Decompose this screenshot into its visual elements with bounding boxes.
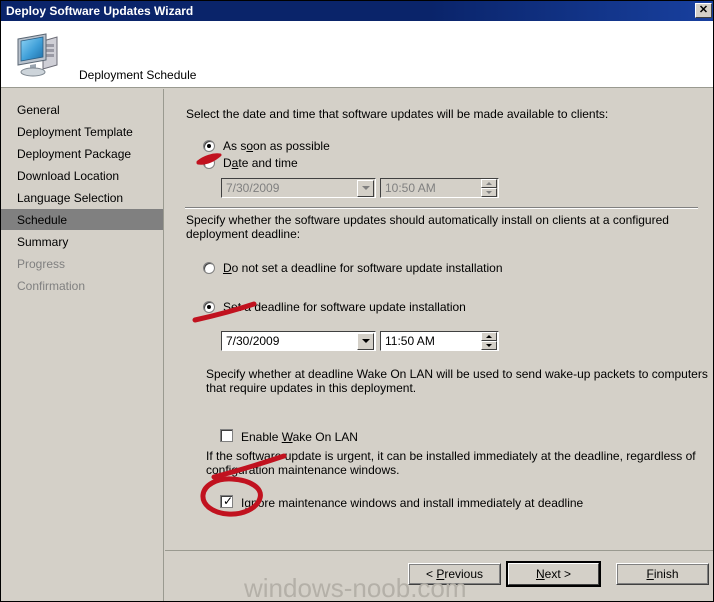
- label-post: ake On LAN: [292, 430, 358, 444]
- close-icon[interactable]: ✕: [695, 3, 712, 18]
- label-pre: D: [223, 156, 232, 170]
- accel-char: W: [281, 430, 293, 444]
- spinner-icon[interactable]: [481, 332, 497, 350]
- wol-text-line2: that require updates in this deployment.: [206, 381, 417, 395]
- previous-button[interactable]: < Previous: [408, 563, 501, 585]
- chevron-down-icon: [357, 179, 374, 197]
- previous-button-label: < Previous: [425, 567, 484, 581]
- urgent-text-line2: configuration maintenance windows.: [206, 463, 400, 477]
- availability-time-spinner: 10:50 AM: [379, 177, 500, 199]
- sidebar-item-label: Schedule: [17, 212, 68, 227]
- checkbox-enable-wake-on-lan-label: Enable Wake On LAN: [241, 430, 358, 444]
- sidebar-item-language-selection[interactable]: Language Selection: [1, 187, 163, 208]
- radio-dot: [207, 305, 211, 309]
- sidebar-item-label: Deployment Template: [17, 124, 133, 139]
- label-post: on as possible: [253, 139, 330, 153]
- check-icon: ✓: [223, 494, 234, 508]
- chevron-down-icon[interactable]: [357, 332, 374, 350]
- sidebar-item-deployment-template[interactable]: Deployment Template: [1, 121, 163, 142]
- checkbox-enable-wake-on-lan[interactable]: [220, 429, 233, 442]
- availability-date-combo: 7/30/2009: [220, 177, 377, 199]
- wol-text-line1: Specify whether at deadline Wake On LAN …: [206, 367, 708, 381]
- computer-icon: [17, 33, 58, 77]
- wizard-step-sidebar: General Deployment Template Deployment P…: [1, 89, 164, 601]
- next-button-inner: Next >: [508, 563, 599, 585]
- accel-char: S: [223, 300, 232, 314]
- availability-date-value: 7/30/2009: [226, 181, 280, 195]
- sidebar-item-schedule[interactable]: Schedule: [1, 209, 163, 230]
- deadline-intro-line2: deployment deadline:: [186, 227, 301, 241]
- radio-set-deadline[interactable]: [203, 301, 215, 313]
- sidebar-item-progress: Progress: [1, 253, 163, 274]
- availability-time-value: 10:50 AM: [385, 181, 436, 195]
- sidebar-item-deployment-package[interactable]: Deployment Package: [1, 143, 163, 164]
- availability-intro-text: Select the date and time that software u…: [186, 107, 609, 121]
- radio-do-not-set-deadline[interactable]: [203, 262, 215, 274]
- checkbox-ignore-maintenance-windows[interactable]: ✓: [220, 495, 233, 508]
- wizard-window: Deploy Software Updates Wizard ✕ Deploym…: [0, 0, 714, 602]
- spinner-down[interactable]: [481, 341, 497, 350]
- title-bar: Deploy Software Updates Wizard ✕: [1, 1, 713, 21]
- finish-button[interactable]: Finish: [616, 563, 709, 585]
- wizard-button-bar: < Previous Next > Finish Cancel: [165, 550, 713, 601]
- close-glyph: ✕: [698, 4, 709, 16]
- sidebar-item-label: Summary: [17, 234, 69, 249]
- page-title: Deployment Schedule: [79, 68, 197, 82]
- radio-set-deadline-label: Set a deadline for software update insta…: [223, 300, 466, 314]
- sidebar-item-label: Deployment Package: [17, 146, 132, 161]
- label-post: o not set a deadline for software update…: [231, 261, 503, 275]
- label-post: te and time: [238, 156, 298, 170]
- sidebar-item-summary[interactable]: Summary: [1, 231, 163, 252]
- section-divider: [185, 207, 698, 209]
- deadline-time-spinner[interactable]: 11:50 AM: [379, 330, 500, 352]
- next-button-label: Next >: [535, 567, 572, 581]
- header-banner: Deployment Schedule: [1, 21, 713, 88]
- content-panel: Select the date and time that software u…: [165, 89, 713, 550]
- deadline-date-value: 7/30/2009: [226, 334, 280, 348]
- radio-date-and-time[interactable]: [203, 157, 215, 169]
- deadline-time-value: 11:50 AM: [385, 334, 435, 348]
- sidebar-item-label: Progress: [17, 256, 66, 271]
- label-pre: As s: [223, 139, 247, 153]
- radio-do-not-set-deadline-label: Do not set a deadline for software updat…: [223, 261, 503, 275]
- deadline-intro-line1: Specify whether the software updates sho…: [186, 213, 669, 227]
- spinner-up[interactable]: [481, 332, 497, 341]
- next-button[interactable]: Next >: [506, 561, 601, 587]
- sidebar-item-label: Confirmation: [17, 278, 86, 293]
- accel-char: D: [223, 261, 232, 275]
- label-post: nore maintenance windows and install imm…: [251, 496, 584, 510]
- sidebar-item-label: Language Selection: [17, 190, 124, 205]
- sidebar-item-label: General: [17, 102, 60, 117]
- window-title: Deploy Software Updates Wizard: [6, 4, 194, 18]
- radio-dot: [207, 144, 211, 148]
- deadline-date-combo[interactable]: 7/30/2009: [220, 330, 377, 352]
- radio-as-soon-as-possible-label: As soon as possible: [223, 139, 330, 153]
- spinner-icon: [481, 179, 497, 197]
- radio-as-soon-as-possible[interactable]: [203, 140, 215, 152]
- urgent-text-line1: If the software update is urgent, it can…: [206, 449, 696, 463]
- label-pre: Enable: [241, 430, 282, 444]
- label-post: et a deadline for software update instal…: [231, 300, 466, 314]
- sidebar-item-general[interactable]: General: [1, 99, 163, 120]
- sidebar-item-label: Download Location: [17, 168, 120, 183]
- sidebar-item-download-location[interactable]: Download Location: [1, 165, 163, 186]
- finish-button-label: Finish: [646, 567, 679, 581]
- radio-date-and-time-label: Date and time: [223, 156, 298, 170]
- checkbox-ignore-maintenance-windows-label: Ignore maintenance windows and install i…: [241, 496, 583, 510]
- sidebar-item-confirmation: Confirmation: [1, 275, 163, 296]
